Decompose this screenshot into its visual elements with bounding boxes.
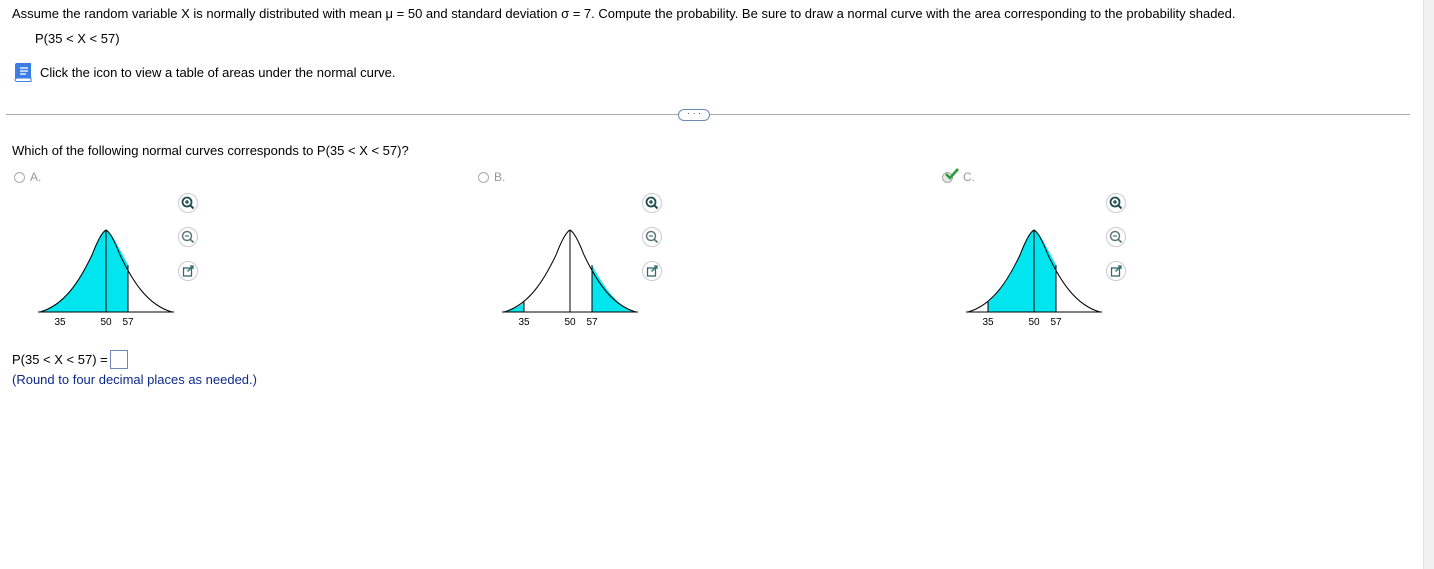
- option-c-zoom-out-icon[interactable]: [1106, 227, 1126, 247]
- option-c-popout-icon[interactable]: [1106, 261, 1126, 281]
- question-text: Which of the following normal curves cor…: [12, 143, 409, 158]
- table-link[interactable]: Click the icon to view a table of areas …: [12, 62, 396, 82]
- answer-line: P(35 < X < 57) =: [12, 350, 128, 369]
- option-c-tick-35: 35: [982, 317, 994, 328]
- option-a-tick-57: 57: [122, 317, 134, 328]
- option-a-curve: 35 50 57: [38, 229, 174, 328]
- rounding-note: (Round to four decimal places as needed.…: [12, 372, 257, 387]
- answer-prefix: P(35 < X < 57) =: [12, 352, 108, 367]
- option-b-zoom-in-icon[interactable]: [642, 193, 662, 213]
- option-b-popout-icon[interactable]: [642, 261, 662, 281]
- option-c-shaded-area: [988, 230, 1056, 312]
- option-b-tick-57: 57: [586, 317, 598, 328]
- option-c-curve: 35 50 57: [966, 229, 1102, 328]
- option-a-radio[interactable]: [14, 171, 25, 183]
- option-b-curve: 35 50 57: [502, 229, 638, 328]
- option-c-tick-57: 57: [1050, 317, 1062, 328]
- table-link-label[interactable]: Click the icon to view a table of areas …: [40, 65, 396, 80]
- more-button[interactable]: · · ·: [678, 109, 710, 121]
- problem-text: Assume the random variable X is normally…: [12, 6, 1236, 21]
- option-b-zoom-out-icon[interactable]: [642, 227, 662, 247]
- option-c-zoom-in-icon[interactable]: [1106, 193, 1126, 213]
- option-b-label: B.: [494, 170, 506, 184]
- option-b-radio[interactable]: [478, 171, 489, 183]
- option-a-zoom-out-icon[interactable]: [178, 227, 198, 247]
- option-a-label: A.: [30, 170, 42, 184]
- option-c-tick-50: 50: [1028, 317, 1040, 328]
- option-a-zoom-in-icon[interactable]: [178, 193, 198, 213]
- option-b-shaded-right-tail: [592, 265, 636, 312]
- checkmark-icon: [945, 168, 959, 180]
- option-c-radio[interactable]: [942, 168, 959, 183]
- option-a-tick-35: 35: [54, 317, 66, 328]
- option-c-label: C.: [963, 170, 975, 184]
- problem-expression: P(35 < X < 57): [35, 31, 120, 46]
- vertical-scrollbar[interactable]: [1423, 0, 1434, 569]
- answer-input[interactable]: [109, 350, 128, 369]
- book-icon[interactable]: [12, 62, 34, 82]
- option-a[interactable]: A.: [14, 170, 41, 184]
- option-a-tick-50: 50: [100, 317, 112, 328]
- option-a-popout-icon[interactable]: [178, 261, 198, 281]
- option-b-tick-35: 35: [518, 317, 530, 328]
- option-b[interactable]: B.: [478, 170, 505, 184]
- option-c[interactable]: C.: [942, 168, 975, 184]
- option-b-tick-50: 50: [564, 317, 576, 328]
